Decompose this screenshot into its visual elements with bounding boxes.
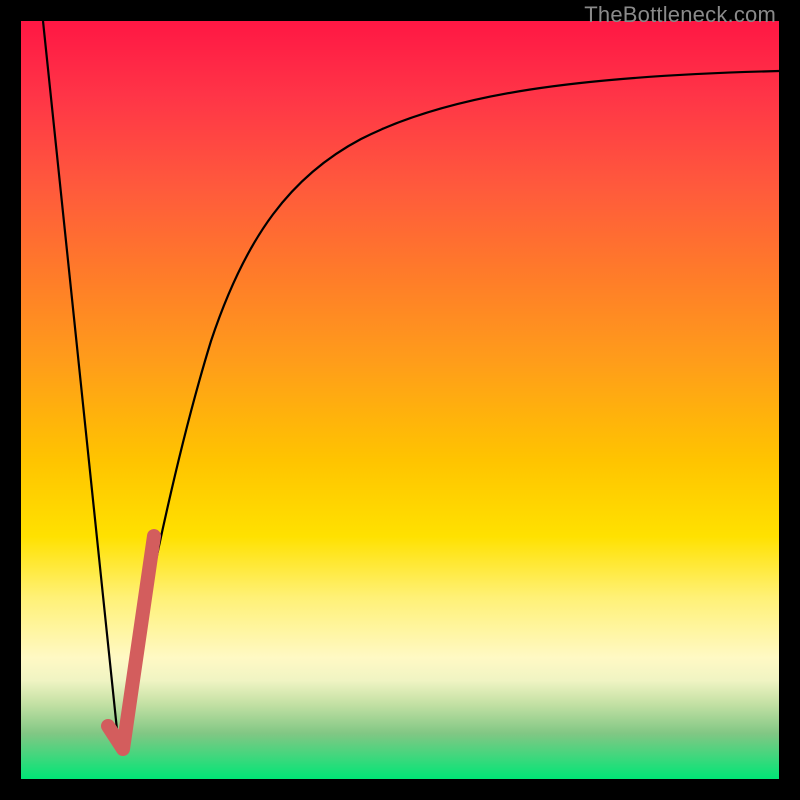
series-rising-curve [119,71,779,749]
watermark-text: TheBottleneck.com [584,2,776,28]
series-descending-line [43,21,119,749]
chart-frame: TheBottleneck.com [0,0,800,800]
chart-lines-layer [21,21,779,779]
